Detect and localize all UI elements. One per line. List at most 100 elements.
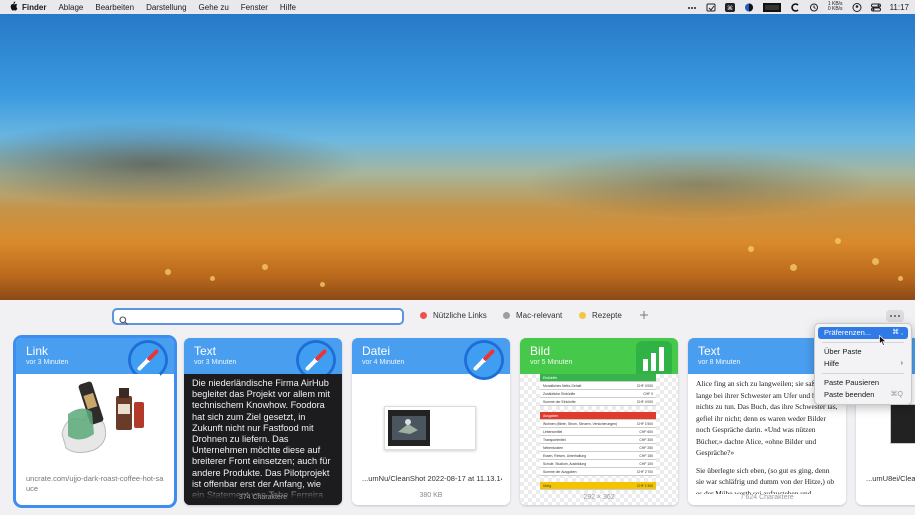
row-label: Transportmittel	[543, 437, 566, 442]
paste-clipboard-icon[interactable]	[706, 3, 716, 12]
table-row: Lebensmittel CHF 600	[540, 428, 656, 436]
time-machine-icon[interactable]	[809, 3, 819, 12]
menu-bearbeiten[interactable]: Bearbeiten	[95, 3, 134, 12]
table-row: Summe der Ausgaben CHF 2'700	[540, 468, 656, 476]
display-icon[interactable]	[762, 2, 781, 12]
row-label: Ausgaben	[543, 413, 559, 418]
row-value: CHF 600	[639, 429, 653, 434]
row-value: CHF 1'500	[636, 421, 653, 426]
menu-item-label: Paste Pausieren	[824, 378, 880, 387]
search-icon	[119, 312, 128, 325]
add-pinboard-button[interactable]	[639, 308, 649, 323]
cleanshot-icon[interactable]	[790, 2, 800, 12]
menu-separator	[822, 373, 904, 374]
menu-gehe-zu[interactable]: Gehe zu	[199, 3, 229, 12]
card-body: ...umNu/CleanShot 2022-08-17 at 11.13.14…	[352, 374, 510, 505]
clip-card-file[interactable]: Datei vor 4 Minuten ...umNu/CleanShot 20…	[352, 338, 510, 505]
table-row: Summe der Einkünfte CHF 4'000	[540, 398, 656, 406]
screenshot-preview	[388, 410, 430, 446]
wallpaper-flower	[898, 276, 903, 281]
table-row: Übrig CHF 1'300	[540, 482, 656, 490]
menu-finder[interactable]: Finder	[22, 3, 46, 12]
clip-card-text[interactable]: Text vor 3 Minuten Die niederländische F…	[184, 338, 342, 505]
text-preview: Die niederländische Firma AirHub begleit…	[184, 374, 342, 505]
wallpaper-flower	[210, 276, 215, 281]
row-label: Essen, Reisen, Unterhaltung	[543, 453, 587, 458]
menu-item-shortcut: ⌘Q	[890, 391, 903, 398]
menu-item-pause[interactable]: Paste Pausieren	[818, 377, 908, 389]
row-value: CHF 4'000	[636, 399, 653, 404]
row-label: Zusätzliche Einkünfte	[543, 391, 576, 396]
menu-item-help[interactable]: Hilfe ›	[818, 358, 908, 370]
pinboard-nuetzliche-links[interactable]: Nützliche Links	[420, 311, 487, 320]
user-icon[interactable]	[852, 2, 862, 12]
row-label: Schule, Studium, Ausbildung	[543, 461, 587, 466]
file-name: ...umU8ei/Clean	[866, 474, 915, 483]
table-row: Zusätzliche Einkünfte CHF 0	[540, 390, 656, 398]
pinboard-color-dot	[503, 312, 510, 319]
menu-hilfe[interactable]: Hilfe	[280, 3, 296, 12]
more-dots-icon[interactable]	[687, 3, 697, 12]
network-speed: 1 KB/s 0 KB/s	[828, 2, 843, 12]
clock[interactable]: 11:17	[890, 3, 909, 12]
menu-item-label: Präferenzen...	[824, 328, 872, 337]
wallpaper-flower	[790, 264, 797, 271]
pinboard-mac-relevant[interactable]: Mac-relevant	[503, 311, 562, 320]
net-down: 0 KB/s	[827, 6, 843, 12]
apple-icon[interactable]	[4, 1, 22, 13]
image-dimensions: 292 × 362	[583, 494, 615, 501]
clip-card-link[interactable]: Link vor 3 Minuten uncrate.com/ujjo-dark…	[13, 335, 177, 508]
row-label: Einkünfte	[543, 375, 558, 380]
pinboard-label: Rezepte	[592, 311, 622, 320]
character-count: 374 Charaktere	[238, 494, 288, 501]
row-value: CHF 150	[639, 453, 653, 458]
more-options-button[interactable]	[886, 310, 904, 322]
svg-text:⌘: ⌘	[727, 5, 733, 12]
file-name: ...umNu/CleanShot 2022-08-17 at 11.13.14	[362, 474, 502, 483]
row-value: CHF 2'700	[636, 469, 653, 474]
wallpaper-flower	[262, 264, 268, 270]
menu-ablage[interactable]: Ablage	[58, 3, 83, 12]
menu-separator	[822, 342, 904, 343]
budget-table: Einkünfte Monatliches Netto-Gehalt CHF 4'…	[540, 374, 656, 490]
table-row: Wohnen (Miete, Strom, Steuern, Versicher…	[540, 420, 656, 428]
menu-item-label: Paste beenden	[824, 390, 875, 399]
menu-item-preferences[interactable]: Präferenzen... ⌘ ,	[818, 327, 908, 339]
row-value: CHF 1'300	[636, 483, 653, 488]
command-icon[interactable]: ⌘	[724, 2, 735, 12]
table-row: Schule, Studium, Ausbildung CHF 100	[540, 460, 656, 468]
menu-item-label: Hilfe	[824, 359, 840, 368]
menu-item-shortcut: ⌘ ,	[892, 329, 903, 336]
link-url: uncrate.com/ujjo-dark-roast-coffee-hot-s…	[26, 474, 164, 493]
pinboard-label: Mac-relevant	[516, 311, 563, 320]
table-row: Essen, Reisen, Unterhaltung CHF 150	[540, 452, 656, 460]
wallpaper-flower	[320, 282, 325, 287]
menu-darstellung[interactable]: Darstellung	[146, 3, 186, 12]
status-items: ⌘ 1 KB/s 0 KB/s 11:17	[687, 0, 909, 14]
row-value: CHF 4'000	[636, 383, 653, 388]
menu-item-quit[interactable]: Paste beenden ⌘Q	[818, 389, 908, 401]
search-field[interactable]	[112, 308, 404, 325]
pinboard-rezepte[interactable]: Rezepte	[579, 311, 622, 320]
appearance-icon[interactable]	[744, 3, 754, 12]
row-label: Monatliches Netto-Gehalt	[543, 383, 582, 388]
wallpaper-flower	[748, 246, 754, 252]
numbers-app-icon	[636, 341, 672, 377]
row-value: CHF 300	[639, 437, 653, 442]
row-value: CHF 0	[643, 391, 653, 396]
wallpaper-flower	[835, 238, 841, 244]
table-row: Ausgaben	[540, 412, 656, 420]
row-label: Nebenkosten	[543, 445, 563, 450]
wallpaper-flower	[165, 269, 171, 275]
table-row: Einkünfte	[540, 374, 656, 382]
menu-item-about[interactable]: Über Paste	[818, 346, 908, 358]
menu-fenster[interactable]: Fenster	[241, 3, 268, 12]
card-body: uncrate.com/ujjo-dark-roast-coffee-hot-s…	[16, 374, 174, 505]
clip-card-image[interactable]: Bild vor 5 Minuten Einkünfte Monatliches…	[520, 338, 678, 505]
mouse-cursor-icon	[879, 335, 887, 346]
control-center-icon[interactable]	[870, 3, 881, 12]
chevron-right-icon: ›	[900, 360, 903, 367]
product-image	[32, 374, 160, 460]
menu-item-label: Über Paste	[824, 347, 862, 356]
file-thumbnail	[384, 406, 476, 450]
